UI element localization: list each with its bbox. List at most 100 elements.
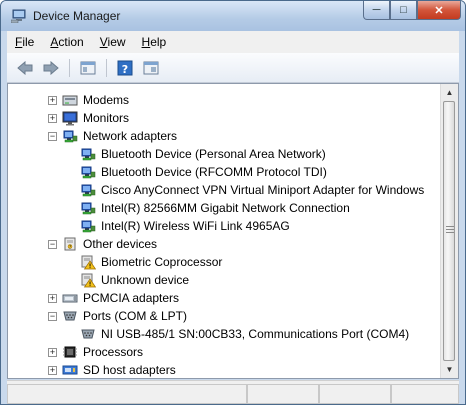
device-row[interactable]: Unknown device: [8, 271, 442, 289]
properties-button[interactable]: [141, 58, 161, 78]
device-category-row[interactable]: −? Other devices: [8, 235, 442, 253]
device-category-row[interactable]: − Network adapters: [8, 127, 442, 145]
device-label: Modems: [83, 93, 130, 107]
device-label: Intel(R) 82566MM Gigabit Network Connect…: [101, 201, 350, 215]
status-pane: [7, 384, 247, 404]
minimize-button[interactable]: ─: [363, 1, 390, 20]
menu-label-rest: ction: [58, 35, 84, 49]
status-pane: [319, 384, 391, 404]
collapse-icon[interactable]: −: [48, 132, 57, 141]
menu-label-rest: iew: [107, 35, 126, 49]
other-devices-icon: ?: [64, 237, 76, 251]
minimize-icon: ─: [372, 4, 381, 16]
device-row[interactable]: Intel(R) 82566MM Gigabit Network Connect…: [8, 199, 442, 217]
device-category-row[interactable]: + Monitors: [8, 109, 442, 127]
menu-view[interactable]: View: [92, 35, 134, 49]
device-row[interactable]: Bluetooth Device (Personal Area Network): [8, 145, 442, 163]
device-label: Unknown device: [101, 273, 190, 287]
menu-action[interactable]: Action: [42, 35, 91, 49]
menu-label-rest: elp: [150, 35, 167, 49]
pcmcia-icon: [62, 294, 78, 303]
device-category-row[interactable]: − Ports (COM & LPT): [8, 307, 442, 325]
collapse-icon[interactable]: −: [48, 312, 57, 321]
network-adapter-icon: [81, 184, 96, 197]
device-manager-icon: [11, 9, 26, 23]
device-category-row[interactable]: + Processors: [8, 343, 442, 361]
forward-button[interactable]: [41, 58, 61, 78]
device-label: Bluetooth Device (Personal Area Network): [101, 147, 326, 161]
menu-label-rest: ile: [22, 35, 35, 49]
expand-icon[interactable]: +: [48, 366, 57, 375]
device-label: Bluetooth Device (RFCOMM Protocol TDI): [101, 165, 327, 179]
device-label: Monitors: [83, 111, 130, 125]
device-label: Processors: [83, 345, 144, 359]
expand-icon[interactable]: +: [48, 294, 57, 303]
device-label: Network adapters: [83, 129, 178, 143]
unknown-device-warning-icon: [81, 255, 96, 270]
window-title: Device Manager: [33, 9, 121, 23]
monitor-icon: [62, 111, 78, 126]
network-adapter-icon: [81, 220, 96, 233]
device-row[interactable]: Cisco AnyConnect VPN Virtual Miniport Ad…: [8, 181, 442, 199]
device-category-row[interactable]: + PCMCIA adapters: [8, 289, 442, 307]
back-arrow-icon: [17, 60, 33, 75]
help-button[interactable]: ?: [115, 58, 135, 78]
network-adapter-icon: [81, 148, 96, 161]
menu-accelerator: H: [141, 35, 151, 49]
forward-arrow-icon: [43, 60, 59, 75]
network-adapter-icon: [81, 202, 96, 215]
show-hide-console-tree-button[interactable]: [78, 58, 98, 78]
device-label: Other devices: [83, 237, 158, 251]
device-row[interactable]: NI USB-485/1 SN:00CB33, Communications P…: [8, 325, 442, 343]
maximize-icon: □: [400, 4, 407, 16]
close-icon: ✕: [434, 4, 444, 17]
svg-text:?: ?: [69, 245, 71, 250]
toolbar-separator: [106, 58, 107, 77]
menu-file[interactable]: File: [7, 35, 42, 49]
device-row[interactable]: Biometric Coprocessor: [8, 253, 442, 271]
device-label: Ports (COM & LPT): [83, 309, 188, 323]
modem-icon: [62, 95, 78, 106]
device-label: NI USB-485/1 SN:00CB33, Communications P…: [101, 327, 410, 341]
expand-icon[interactable]: +: [48, 348, 57, 357]
title-bar[interactable]: Device Manager ─ □ ✕: [1, 1, 465, 31]
device-tree: + Modems + Monitors − Network adapters Bluetoo…: [8, 91, 442, 378]
device-label: Cisco AnyConnect VPN Virtual Miniport Ad…: [101, 183, 425, 197]
help-icon: ?: [117, 60, 133, 76]
properties-icon: [143, 61, 159, 74]
toolbar: ?: [7, 53, 459, 83]
scrollbar-grip-icon: [446, 224, 454, 235]
device-tree-pane[interactable]: + Modems + Monitors − Network adapters Bluetoo…: [7, 83, 459, 379]
device-label: Intel(R) Wireless WiFi Link 4965AG: [101, 219, 290, 233]
status-pane: [391, 384, 459, 404]
port-icon: [63, 311, 77, 321]
scroll-down-button[interactable]: ▼: [441, 361, 458, 378]
close-button[interactable]: ✕: [417, 1, 461, 20]
status-bar: [7, 380, 459, 404]
network-adapter-icon: [63, 130, 78, 143]
status-pane: [247, 384, 319, 404]
menu-accelerator: V: [99, 35, 108, 49]
vertical-scrollbar[interactable]: ▲ ▼: [440, 84, 458, 378]
toolbar-separator: [69, 58, 70, 77]
processor-icon: [63, 346, 77, 358]
collapse-icon[interactable]: −: [48, 240, 57, 249]
device-row[interactable]: Bluetooth Device (RFCOMM Protocol TDI): [8, 163, 442, 181]
back-button[interactable]: [15, 58, 35, 78]
maximize-button[interactable]: □: [390, 1, 417, 20]
svg-text:?: ?: [122, 63, 128, 76]
expand-icon[interactable]: +: [48, 96, 57, 105]
scroll-up-button[interactable]: ▲: [441, 84, 458, 101]
menu-help[interactable]: Help: [134, 35, 175, 49]
expand-icon[interactable]: +: [48, 114, 57, 123]
device-label: PCMCIA adapters: [83, 291, 180, 305]
device-category-row[interactable]: + Modems: [8, 91, 442, 109]
unknown-device-warning-icon: [81, 273, 96, 288]
device-row[interactable]: Intel(R) Wireless WiFi Link 4965AG: [8, 217, 442, 235]
scrollbar-thumb[interactable]: [443, 101, 455, 361]
device-category-row[interactable]: + SD host adapters: [8, 361, 442, 378]
scroll-up-arrow-icon: ▲: [445, 88, 454, 97]
device-label: SD host adapters: [83, 363, 176, 377]
menu-bar: File Action View Help: [7, 31, 459, 53]
sd-host-icon: [62, 365, 78, 375]
